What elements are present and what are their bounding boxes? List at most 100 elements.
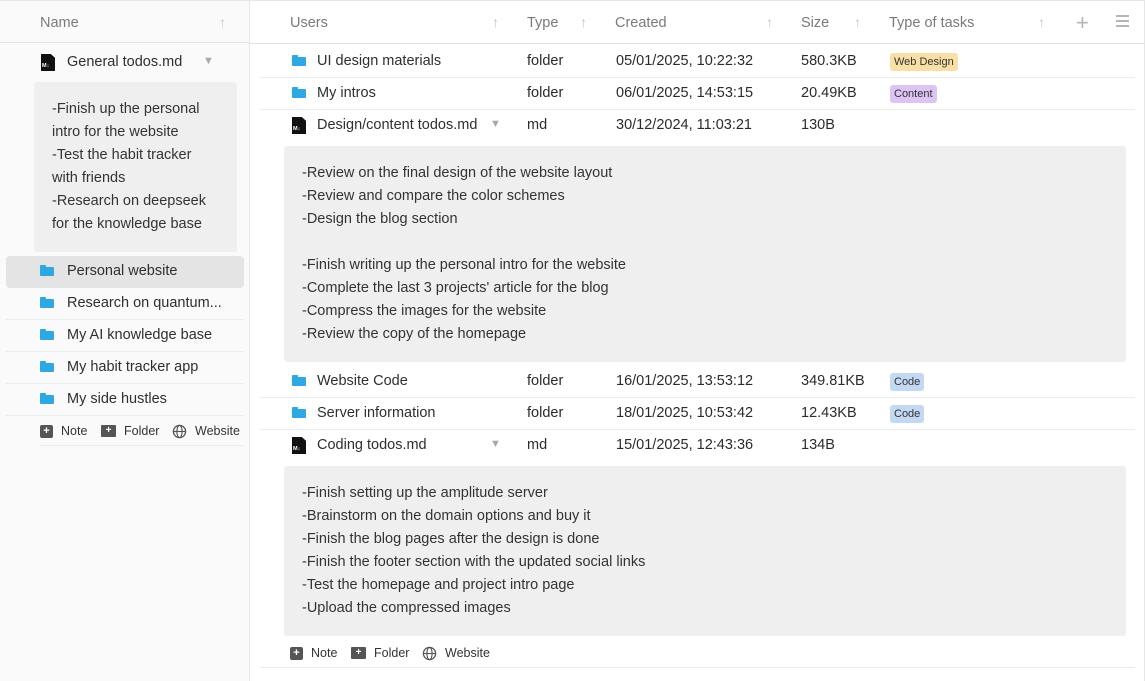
users-column-header[interactable]: Users [290, 15, 328, 31]
row-size: 580.3KB [801, 53, 857, 69]
row-name: Design/content todos.md [317, 117, 478, 133]
chevron-down-icon[interactable]: ▼ [203, 55, 214, 67]
type-column-header[interactable]: Type [527, 15, 558, 31]
plus-square-icon: + [290, 646, 303, 660]
chevron-down-icon[interactable]: ▼ [490, 118, 501, 130]
add-folder-button[interactable]: + Folder [351, 638, 409, 668]
table-add-bar: + Note + Folder Website [260, 638, 1135, 668]
task-type-column-header[interactable]: Type of tasks [889, 15, 974, 31]
row-type: folder [527, 85, 564, 101]
sidebar: Name ↑ M↓ General todos.md ▼ -Finish up … [0, 0, 250, 681]
markdown-file-icon: M↓ [292, 117, 306, 134]
task-type-badge[interactable]: Code [890, 405, 925, 423]
sidebar-add-bar: + Note + Folder Website [40, 416, 244, 446]
folder-icon [292, 407, 306, 418]
add-folder-label: Folder [124, 424, 160, 438]
folder-icon [40, 329, 54, 340]
task-type-badge[interactable]: Code [890, 373, 925, 391]
row-name: My intros [317, 85, 376, 101]
row-size: 12.43KB [801, 405, 857, 421]
menu-icon[interactable] [1116, 15, 1129, 30]
sidebar-item-personal-website[interactable]: Personal website [6, 256, 244, 288]
row-type: folder [527, 405, 564, 421]
markdown-file-icon: M↓ [292, 437, 306, 454]
add-folder-label: Folder [374, 646, 410, 660]
sort-arrow-icon[interactable]: ↑ [580, 14, 587, 30]
sort-arrow-icon[interactable]: ↑ [854, 14, 861, 30]
sidebar-item-ai-knowledge-base[interactable]: My AI knowledge base [6, 320, 244, 352]
add-note-button[interactable]: + Note [290, 638, 337, 668]
note-preview: -Finish up the personal intro for the we… [34, 82, 237, 252]
sidebar-item-label: General todos.md [67, 54, 183, 70]
task-type-badge[interactable]: Web Design [890, 53, 958, 71]
table-header: Users ↑ Type ↑ Created ↑ Size ↑ Type of … [250, 1, 1145, 44]
row-name: Server information [317, 405, 436, 421]
folder-icon [40, 393, 54, 404]
folder-icon [40, 297, 54, 308]
table-row[interactable]: Website Code folder 16/01/2025, 13:53:12… [260, 366, 1135, 398]
add-website-button[interactable]: Website [422, 638, 490, 668]
add-website-label: Website [445, 646, 490, 660]
note-preview: -Review on the final design of the websi… [284, 146, 1126, 362]
row-type: md [527, 437, 548, 453]
sidebar-item-label: My side hustles [67, 391, 167, 407]
name-column-header[interactable]: Name [40, 15, 79, 31]
row-type: folder [527, 373, 564, 389]
globe-icon [422, 646, 437, 660]
row-created: 18/01/2025, 10:53:42 [616, 405, 754, 421]
row-created: 30/12/2024, 11:03:21 [616, 117, 752, 133]
file-table: Users ↑ Type ↑ Created ↑ Size ↑ Type of … [250, 0, 1145, 681]
sort-arrow-icon[interactable]: ↑ [1038, 14, 1045, 30]
folder-icon [292, 55, 306, 66]
table-row[interactable]: M↓ Design/content todos.md ▼ md 30/12/20… [260, 110, 1135, 142]
add-folder-button[interactable]: + Folder [101, 416, 159, 446]
row-created: 16/01/2025, 13:53:12 [616, 373, 754, 389]
row-name: UI design materials [317, 53, 442, 69]
add-website-label: Website [195, 424, 240, 438]
sidebar-item-label: My AI knowledge base [67, 327, 213, 343]
row-size: 134B [801, 437, 835, 453]
folder-icon [292, 87, 306, 98]
row-created: 05/01/2025, 10:22:32 [616, 53, 754, 69]
row-type: md [527, 117, 548, 133]
task-type-badge[interactable]: Content [890, 85, 937, 103]
sort-arrow-icon[interactable]: ↑ [219, 14, 226, 30]
folder-icon [40, 265, 54, 276]
folder-plus-icon: + [351, 647, 366, 659]
add-note-label: Note [61, 424, 88, 438]
folder-plus-icon: + [101, 425, 116, 437]
table-row[interactable]: M↓ Coding todos.md ▼ md 15/01/2025, 12:4… [260, 430, 1135, 462]
sort-arrow-icon[interactable]: ↑ [766, 14, 773, 30]
row-created: 06/01/2025, 14:53:15 [616, 85, 754, 101]
row-size: 130B [801, 117, 835, 133]
table-row[interactable]: My intros folder 06/01/2025, 14:53:15 20… [260, 78, 1135, 110]
table-row[interactable]: Server information folder 18/01/2025, 10… [260, 398, 1135, 430]
sort-arrow-icon[interactable]: ↑ [492, 14, 499, 30]
note-preview: -Finish setting up the amplitude server … [284, 466, 1126, 636]
add-column-icon[interactable]: + [1076, 10, 1089, 36]
sidebar-item-side-hustles[interactable]: My side hustles [6, 384, 244, 416]
size-column-header[interactable]: Size [801, 15, 829, 31]
add-note-button[interactable]: + Note [40, 416, 87, 446]
created-column-header[interactable]: Created [615, 15, 667, 31]
add-note-label: Note [311, 646, 338, 660]
markdown-file-icon: M↓ [41, 54, 55, 71]
row-name: Coding todos.md [317, 437, 427, 453]
sidebar-item-general-todos[interactable]: M↓ General todos.md ▼ [6, 47, 244, 79]
folder-icon [292, 375, 306, 386]
row-size: 20.49KB [801, 85, 857, 101]
chevron-down-icon[interactable]: ▼ [490, 438, 501, 450]
sidebar-item-habit-tracker[interactable]: My habit tracker app [6, 352, 244, 384]
sidebar-item-label: My habit tracker app [67, 359, 199, 375]
sidebar-item-label: Research on quantum... [67, 295, 222, 311]
add-website-button[interactable]: Website [172, 416, 240, 446]
sidebar-item-research-quantum[interactable]: Research on quantum... [6, 288, 244, 320]
plus-square-icon: + [40, 424, 53, 438]
sidebar-item-label: Personal website [67, 263, 178, 279]
row-created: 15/01/2025, 12:43:36 [616, 437, 754, 453]
row-type: folder [527, 53, 564, 69]
folder-icon [40, 361, 54, 372]
table-row[interactable]: UI design materials folder 05/01/2025, 1… [260, 46, 1135, 78]
row-size: 349.81KB [801, 373, 865, 389]
sidebar-header: Name ↑ [0, 1, 249, 43]
